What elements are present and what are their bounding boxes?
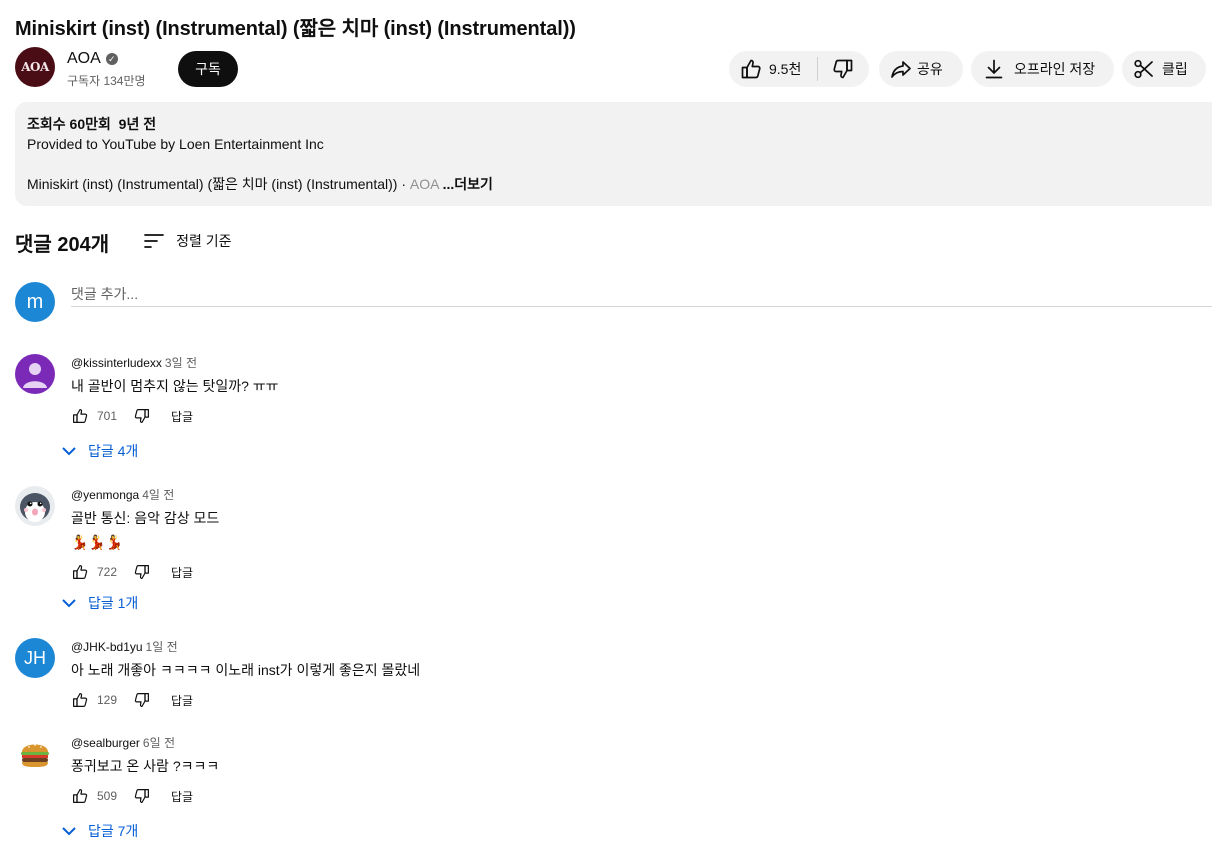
comment-body: @yenmonga 4일 전 골반 통신: 음악 감상 모드 💃💃💃 722 답글 <box>71 486 1201 584</box>
show-replies-button[interactable]: 답글 7개 <box>60 821 138 841</box>
penguin-avatar[interactable] <box>15 486 55 526</box>
subscribe-button[interactable]: 구독 <box>178 51 238 87</box>
like-dislike-group: 9.5천 <box>729 51 869 87</box>
comment-body: @JHK-bd1yu 1일 전 아 노래 개좋아 ㅋㅋㅋㅋ 이노래 inst가 이… <box>71 638 1201 712</box>
comment-author[interactable]: @sealburger <box>71 736 140 750</box>
comment-like-count: 701 <box>97 409 118 423</box>
comment-header: @sealburger 6일 전 <box>71 734 1201 752</box>
comment-body: @kissinterludexx 3일 전 내 골반이 멈추지 않는 탓일까? ㅠ… <box>71 354 1201 428</box>
replies-count: 답글 1개 <box>88 595 139 611</box>
comment-like-count: 509 <box>97 789 118 803</box>
comment-like-count: 129 <box>97 693 118 707</box>
share-arrow-icon <box>891 61 911 78</box>
comment-text: 퐁귀보고 온 사람 ?ㅋㅋㅋ <box>71 758 220 774</box>
comment-actions: 701 답글 <box>71 404 1201 428</box>
like-count: 9.5천 <box>769 61 802 77</box>
summary-text: Miniskirt (inst) (Instrumental) (짧은 치마 (… <box>27 176 410 192</box>
scissors-icon <box>1134 59 1153 79</box>
owner-row: AOA AOA ✓ 구독자 134만명 구독 9.5천 공유 오프라인 저장 클… <box>15 46 1212 88</box>
replies-count: 답글 4개 <box>88 443 139 459</box>
thumbs-up-icon[interactable] <box>71 787 89 805</box>
thumbs-down-icon[interactable] <box>133 787 151 805</box>
sort-label: 정렬 기준 <box>176 232 232 249</box>
add-comment-row: m <box>15 282 1212 322</box>
person-avatar-icon <box>15 354 55 394</box>
reply-button[interactable]: 답글 <box>171 564 193 581</box>
thumbs-down-icon[interactable] <box>133 407 151 425</box>
subscriber-count: 구독자 134만명 <box>67 74 146 88</box>
reply-button[interactable]: 답글 <box>171 408 193 425</box>
comments-header: 댓글 204개 정렬 기준 <box>15 228 232 257</box>
reply-button[interactable]: 답글 <box>171 692 193 709</box>
add-comment-input[interactable] <box>71 282 1212 307</box>
provided-by-line: Provided to YouTube by Loen Entertainmen… <box>27 136 324 152</box>
burger-avatar[interactable] <box>15 734 55 774</box>
chevron-down-icon <box>62 599 76 608</box>
thumbs-up-icon <box>741 59 761 79</box>
thumbs-up-icon[interactable] <box>71 563 89 581</box>
comments-count: 댓글 204개 <box>15 234 110 256</box>
thumbs-down-icon[interactable] <box>133 563 151 581</box>
comment-time[interactable]: 3일 전 <box>165 356 197 370</box>
reply-button[interactable]: 답글 <box>171 788 193 805</box>
my-avatar[interactable]: m <box>15 282 55 322</box>
show-replies-button[interactable]: 답글 1개 <box>60 593 138 613</box>
sort-icon <box>144 233 164 248</box>
share-label: 공유 <box>917 61 943 77</box>
comment-author[interactable]: @kissinterludexx <box>71 356 162 370</box>
like-button[interactable]: 9.5천 <box>729 51 817 87</box>
video-title: Miniskirt (inst) (Instrumental) (짧은 치마 (… <box>15 18 576 40</box>
upload-age: 9년 전 <box>118 116 157 132</box>
show-replies-button[interactable]: 답글 4개 <box>60 441 138 461</box>
channel-avatar-text: AOA <box>21 60 49 74</box>
comment-author[interactable]: @JHK-bd1yu <box>71 640 143 654</box>
comment-like-count: 722 <box>97 565 118 579</box>
comment-header: @JHK-bd1yu 1일 전 <box>71 638 1201 656</box>
chevron-down-icon <box>62 447 76 456</box>
comment-text: 내 골반이 멈추지 않는 탓일까? ㅠㅠ <box>71 378 279 394</box>
comment-header: @kissinterludexx 3일 전 <box>71 354 1201 372</box>
channel-name-row[interactable]: AOA ✓ <box>67 50 118 68</box>
comment-actions: 129 답글 <box>71 688 1201 712</box>
comment-text: 아 노래 개좋아 ㅋㅋㅋㅋ 이노래 inst가 이렇게 좋은지 몰랐네 <box>71 662 421 678</box>
comment-time[interactable]: 6일 전 <box>143 736 175 750</box>
thumbs-up-icon[interactable] <box>71 691 89 709</box>
comment-header: @yenmonga 4일 전 <box>71 486 1201 504</box>
chevron-down-icon <box>62 827 76 836</box>
description-meta: 조회수 60만회 9년 전 <box>27 114 1212 134</box>
sort-button[interactable]: 정렬 기준 <box>142 229 232 253</box>
comment-actions: 509 답글 <box>71 784 1201 808</box>
view-count: 조회수 60만회 <box>27 116 111 132</box>
comment-time[interactable]: 4일 전 <box>142 488 174 502</box>
burger-avatar-icon <box>15 734 55 774</box>
comment-text: 골반 통신: 음악 감상 모드 <box>71 510 220 526</box>
penguin-avatar-icon <box>15 486 55 526</box>
thumbs-down-icon <box>833 59 853 79</box>
show-more-button[interactable]: ...더보기 <box>443 176 493 192</box>
comment-body: @sealburger 6일 전 퐁귀보고 온 사람 ?ㅋㅋㅋ 509 답글 <box>71 734 1201 808</box>
default-person-avatar[interactable] <box>15 354 55 394</box>
dislike-button[interactable] <box>818 51 868 87</box>
thumbs-up-icon[interactable] <box>71 407 89 425</box>
offline-save-button[interactable]: 오프라인 저장 <box>971 51 1114 87</box>
verified-check-icon: ✓ <box>105 53 118 65</box>
summary-fade-text: AOA <box>409 176 439 192</box>
comment-emoji-line: 💃💃💃 <box>71 534 124 550</box>
offline-label: 오프라인 저장 <box>1014 61 1096 77</box>
description-summary: Miniskirt (inst) (Instrumental) (짧은 치마 (… <box>27 174 1212 194</box>
comment-author[interactable]: @yenmonga <box>71 488 139 502</box>
channel-avatar[interactable]: AOA <box>15 47 55 87</box>
initials-avatar[interactable]: JH <box>15 638 55 678</box>
download-icon <box>985 59 1003 79</box>
replies-count: 답글 7개 <box>88 823 139 839</box>
clip-button[interactable]: 클립 <box>1122 51 1206 87</box>
description-box[interactable]: 조회수 60만회 9년 전 Provided to YouTube by Loe… <box>15 102 1212 206</box>
comment-time[interactable]: 1일 전 <box>146 640 178 654</box>
share-button[interactable]: 공유 <box>879 51 963 87</box>
thumbs-down-icon[interactable] <box>133 691 151 709</box>
channel-name[interactable]: AOA <box>67 50 101 68</box>
clip-label: 클립 <box>1162 61 1188 77</box>
comment-actions: 722 답글 <box>71 560 1201 584</box>
